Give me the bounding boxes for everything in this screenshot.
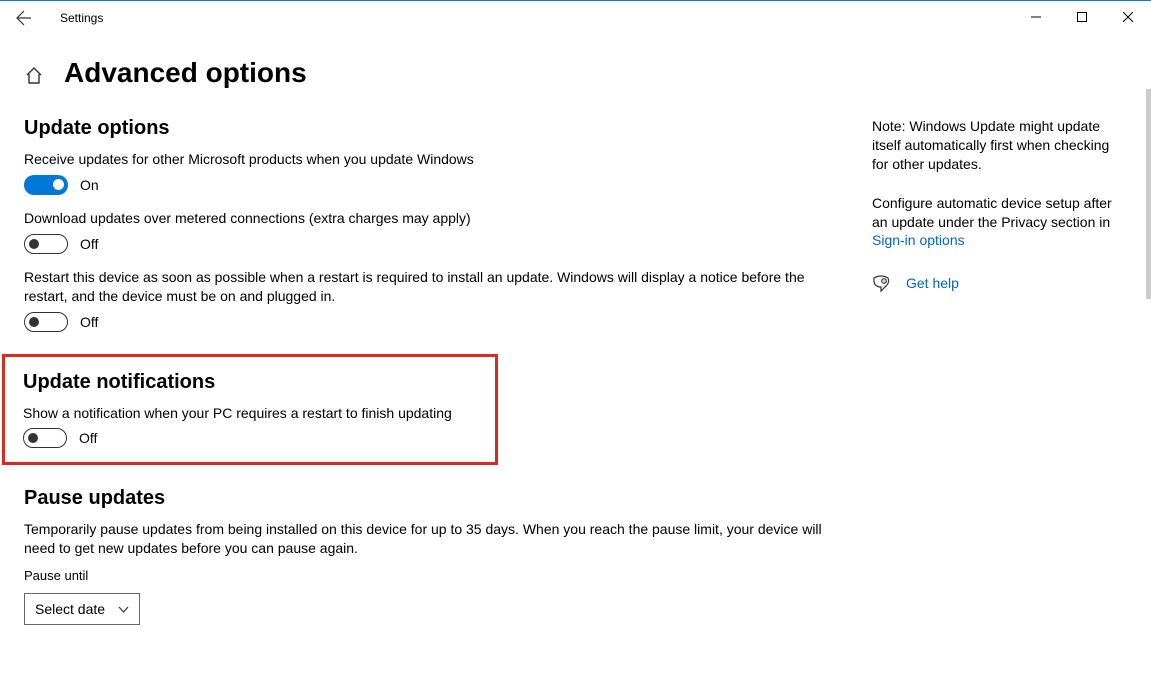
close-icon [1123, 12, 1133, 22]
toggle-auto-restart[interactable] [24, 312, 68, 332]
select-text: Select date [35, 601, 105, 617]
toggle-state-label: Off [80, 236, 98, 252]
toggle-state-label: Off [79, 430, 97, 446]
title-bar: Settings [0, 1, 1151, 35]
close-button[interactable] [1105, 1, 1151, 33]
sidebar-note: Note: Windows Update might update itself… [872, 117, 1118, 174]
maximize-button[interactable] [1059, 1, 1105, 33]
toggle-state-label: Off [80, 314, 98, 330]
pause-date-select[interactable]: Select date [24, 593, 140, 625]
maximize-icon [1077, 12, 1087, 22]
chevron-down-icon [118, 604, 129, 615]
minimize-icon [1031, 12, 1041, 22]
app-title: Settings [60, 11, 103, 25]
section-update-options: Update options [24, 117, 872, 140]
home-icon[interactable] [24, 66, 44, 86]
back-arrow-icon [16, 10, 32, 26]
toggle-other-products[interactable] [24, 175, 68, 195]
toggle-restart-notification[interactable] [23, 428, 67, 448]
toggle-state-label: On [80, 177, 99, 193]
pause-until-label: Pause until [24, 568, 872, 583]
sidebar-configure: Configure automatic device setup after a… [872, 194, 1118, 251]
setting-desc: Show a notification when your PC require… [23, 404, 477, 423]
minimize-button[interactable] [1013, 1, 1059, 33]
help-icon: ? [872, 275, 890, 293]
signin-options-link[interactable]: Sign-in options [872, 232, 965, 248]
page-title: Advanced options [64, 57, 307, 89]
get-help-link[interactable]: Get help [906, 274, 959, 293]
setting-desc: Receive updates for other Microsoft prod… [24, 150, 844, 169]
setting-desc: Restart this device as soon as possible … [24, 268, 844, 306]
section-update-notifications: Update notifications [23, 371, 477, 394]
scrollbar[interactable] [1146, 89, 1151, 299]
back-button[interactable] [0, 1, 48, 35]
pause-desc: Temporarily pause updates from being ins… [24, 520, 824, 558]
setting-desc: Download updates over metered connection… [24, 209, 844, 228]
toggle-metered[interactable] [24, 234, 68, 254]
section-pause-updates: Pause updates [24, 487, 872, 510]
highlighted-section: Update notifications Show a notification… [2, 354, 498, 466]
